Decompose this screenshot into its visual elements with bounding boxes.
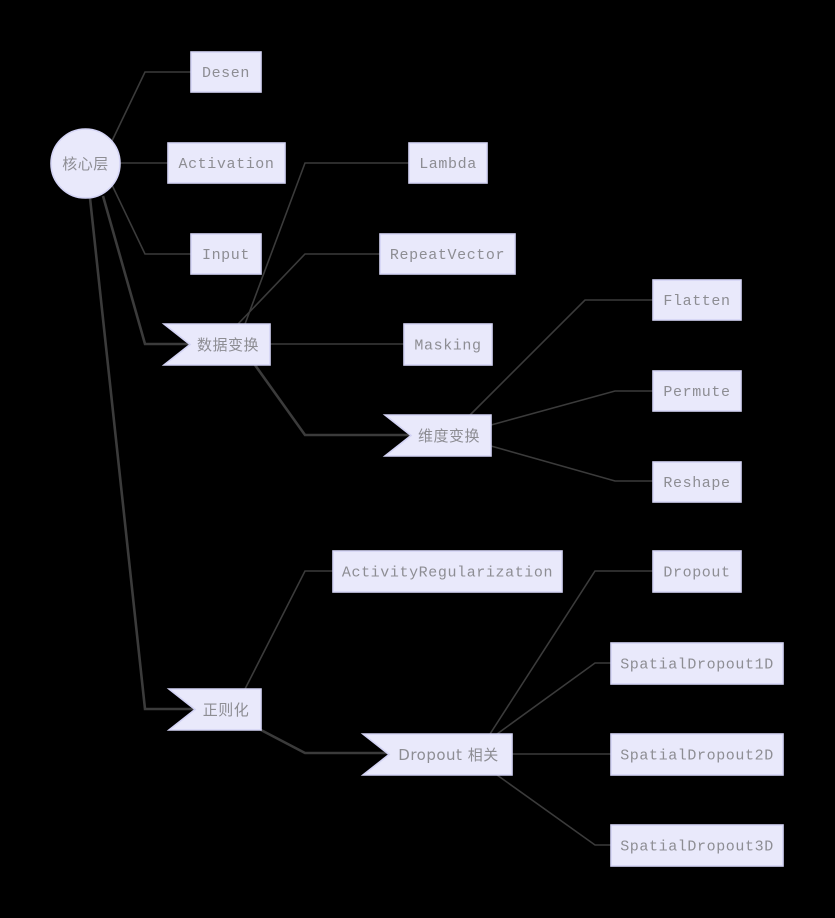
- edge-dimtrans-to-permute: [490, 390, 653, 426]
- node-sdrop1d[interactable]: SpatialDropout1D: [610, 642, 784, 685]
- edge-dropoutgrp-to-sdrop1d: [496, 662, 611, 735]
- node-lambda[interactable]: Lambda: [408, 142, 488, 184]
- node-label-regular: 正则化: [203, 701, 250, 719]
- node-core[interactable]: 核心层: [50, 128, 121, 199]
- node-label-dropout: Dropout: [663, 564, 730, 581]
- node-masking[interactable]: Masking: [403, 323, 493, 366]
- edge-core-to-input: [111, 184, 191, 255]
- node-repeatvec[interactable]: RepeatVector: [379, 233, 516, 275]
- node-activation[interactable]: Activation: [167, 142, 286, 184]
- node-permute[interactable]: Permute: [652, 370, 742, 412]
- node-label-input: Input: [202, 247, 250, 264]
- node-label-sdrop2d: SpatialDropout2D: [620, 747, 774, 764]
- edge-dimtrans-to-flatten: [469, 299, 653, 416]
- nodes-layer: 核心层 Desen Activation Input 数据变换正则化 Lambda Repe…: [50, 51, 784, 867]
- node-dropoutgrp[interactable]: Dropout 相关: [360, 733, 513, 776]
- node-label-dropoutgrp: Dropout 相关: [398, 746, 498, 764]
- node-label-actreg: ActivityRegularization: [342, 564, 553, 581]
- node-label-reshape: Reshape: [663, 475, 730, 492]
- node-label-desen: Desen: [202, 65, 250, 82]
- node-input[interactable]: Input: [190, 233, 262, 275]
- edge-regular-to-actreg: [244, 570, 333, 690]
- node-dropout[interactable]: Dropout: [652, 550, 742, 593]
- node-label-datatrans: 数据变换: [197, 336, 259, 354]
- node-label-lambda: Lambda: [419, 156, 477, 173]
- node-label-activation: Activation: [178, 156, 274, 173]
- node-label-flatten: Flatten: [663, 293, 730, 310]
- node-label-permute: Permute: [663, 384, 730, 401]
- node-label-masking: Masking: [414, 337, 481, 354]
- node-reshape[interactable]: Reshape: [652, 461, 742, 503]
- node-label-dimtrans: 维度变换: [418, 427, 480, 445]
- mindmap-canvas: 核心层 Desen Activation Input 数据变换正则化 Lambda Repe…: [0, 0, 835, 918]
- node-label-sdrop3d: SpatialDropout3D: [620, 838, 774, 855]
- node-actreg[interactable]: ActivityRegularization: [332, 550, 563, 593]
- node-label-repeatvec: RepeatVector: [390, 247, 505, 264]
- node-label-sdrop1d: SpatialDropout1D: [620, 656, 774, 673]
- node-desen[interactable]: Desen: [190, 51, 262, 93]
- node-sdrop3d[interactable]: SpatialDropout3D: [610, 824, 784, 867]
- edge-dropoutgrp-to-sdrop3d: [496, 774, 611, 846]
- node-label-core: 核心层: [62, 155, 109, 173]
- edge-dimtrans-to-reshape: [490, 445, 653, 482]
- mindmap-svg: 核心层 Desen Activation Input 数据变换正则化 Lambda Repe…: [50, 51, 784, 867]
- node-flatten[interactable]: Flatten: [652, 279, 742, 321]
- node-sdrop2d[interactable]: SpatialDropout2D: [610, 733, 784, 776]
- edge-core-to-desen: [110, 71, 191, 144]
